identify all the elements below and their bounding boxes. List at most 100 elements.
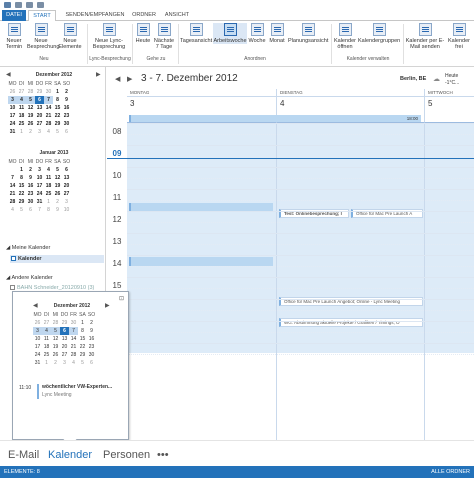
day-cell[interactable]: 23 [87, 343, 96, 351]
new-items-button[interactable]: Neue Elemente [56, 23, 84, 50]
day-cell[interactable]: 18 [44, 182, 53, 190]
nav-mail[interactable]: E-Mail [8, 449, 39, 461]
day-cell[interactable]: 14 [8, 182, 17, 190]
day-cell[interactable]: 5 [53, 166, 62, 174]
day-cell[interactable]: 9 [53, 206, 62, 214]
day-cell[interactable]: 3 [8, 96, 17, 104]
day-cell[interactable]: 11 [44, 174, 53, 182]
day-cell[interactable]: 5 [26, 96, 35, 104]
day-cell[interactable]: 27 [17, 88, 26, 96]
month-button[interactable]: Monat [267, 23, 287, 44]
day-cell[interactable]: 8 [44, 206, 53, 214]
checkbox-checked-icon[interactable] [11, 256, 16, 262]
day-cell[interactable]: 20 [62, 182, 71, 190]
day-cell[interactable]: 4 [44, 128, 53, 136]
day-cell[interactable]: 27 [60, 351, 69, 359]
day-cell[interactable]: 1 [44, 198, 53, 206]
checkbox-icon[interactable] [10, 285, 15, 291]
weather-location[interactable]: Berlin, BE [400, 76, 426, 82]
day-cell[interactable]: 3 [62, 198, 71, 206]
popup-next-arrow[interactable]: ▶ [105, 302, 110, 309]
day-cell[interactable]: 1 [17, 128, 26, 136]
day-cell[interactable]: 25 [17, 120, 26, 128]
dock-icon[interactable]: ⊡ [119, 295, 124, 302]
day-cell[interactable]: 26 [8, 88, 17, 96]
day-cell[interactable]: 27 [62, 190, 71, 198]
next-month-arrow[interactable]: ▶ [96, 71, 101, 78]
allday-event[interactable]: 18:00 [129, 115, 421, 122]
day-cell[interactable]: 4 [69, 359, 78, 367]
day-cell[interactable]: 21 [8, 190, 17, 198]
day-cell[interactable]: 24 [33, 351, 42, 359]
day-cell[interactable]: 5 [51, 327, 60, 335]
today-button[interactable]: Heute [134, 23, 152, 44]
open-calendar-button[interactable]: Kalender öffnen [333, 23, 357, 50]
next-week-arrow[interactable]: ▶ [127, 75, 132, 83]
day-cell[interactable]: 16 [87, 335, 96, 343]
day-cell[interactable]: 9 [26, 174, 35, 182]
tab-file[interactable]: DATEI [2, 10, 26, 21]
day-cell[interactable]: 1 [17, 166, 26, 174]
day-cell[interactable]: 26 [53, 190, 62, 198]
day-cell[interactable]: 30 [69, 319, 78, 327]
day-cell[interactable]: 6 [87, 359, 96, 367]
day-cell[interactable]: 4 [8, 206, 17, 214]
new-appointment-button[interactable]: Neuer Termin [3, 23, 25, 50]
popup-prev-arrow[interactable]: ◀ [33, 302, 38, 309]
undo-icon[interactable] [26, 2, 33, 8]
day-cell[interactable]: 3 [60, 359, 69, 367]
day-cell[interactable]: 16 [26, 182, 35, 190]
day-cell[interactable]: 9 [62, 96, 71, 104]
nav-more[interactable]: ••• [157, 449, 169, 461]
planning-view-button[interactable]: Planungsansicht [288, 23, 328, 44]
day-cell[interactable]: 27 [35, 120, 44, 128]
day-cell[interactable]: 20 [60, 343, 69, 351]
day-cell[interactable]: 11 [17, 104, 26, 112]
day-cell[interactable]: 25 [44, 190, 53, 198]
day-cell[interactable]: 7 [44, 96, 53, 104]
day-cell[interactable]: 27 [42, 319, 51, 327]
day-cell[interactable]: 16 [62, 104, 71, 112]
day-cell[interactable]: 20 [35, 112, 44, 120]
day-cell[interactable]: 15 [53, 104, 62, 112]
day-cell[interactable]: 2 [53, 198, 62, 206]
next-7-days-button[interactable]: Nächste 7 Tage [153, 23, 175, 50]
day-cell[interactable]: 29 [60, 319, 69, 327]
day-header-tuesday[interactable]: DIENSTAG [277, 89, 425, 97]
day-cell[interactable]: 17 [35, 182, 44, 190]
day-cell[interactable]: 8 [78, 327, 87, 335]
day-cell[interactable]: 5 [53, 128, 62, 136]
day-cell[interactable]: 29 [53, 120, 62, 128]
day-cell[interactable]: 8 [53, 96, 62, 104]
day-cell[interactable]: 28 [8, 198, 17, 206]
day-cell[interactable]: 15 [17, 182, 26, 190]
day-cell[interactable]: 7 [69, 327, 78, 335]
day-cell[interactable]: 15 [78, 335, 87, 343]
day-cell[interactable]: 17 [33, 343, 42, 351]
day-cell[interactable]: 6 [62, 128, 71, 136]
day-cell[interactable]: 12 [51, 335, 60, 343]
day-cell[interactable]: 6 [26, 206, 35, 214]
day-cell[interactable]: 2 [51, 359, 60, 367]
day-cell[interactable]: 10 [35, 174, 44, 182]
prev-month-arrow[interactable]: ◀ [6, 71, 11, 78]
new-meeting-button[interactable]: Neue Besprechung [27, 23, 59, 50]
other-calendars-header[interactable]: ◢ Andere Kalender [6, 275, 53, 281]
day-cell[interactable]: 19 [51, 343, 60, 351]
my-calendars-header[interactable]: ◢ Meine Kalender [6, 245, 50, 251]
day-cell[interactable]: 2 [26, 166, 35, 174]
day-cell[interactable]: 25 [42, 351, 51, 359]
day-cell[interactable]: 30 [26, 198, 35, 206]
send-calendar-email-button[interactable]: Kalender per E-Mail senden [405, 23, 445, 50]
day-cell[interactable]: 21 [44, 112, 53, 120]
day-cell[interactable]: 19 [53, 182, 62, 190]
day-cell[interactable]: 1 [78, 319, 87, 327]
day-header-monday[interactable]: MONTAG [127, 89, 277, 97]
day-cell[interactable]: 5 [78, 359, 87, 367]
day-cell[interactable]: 26 [26, 120, 35, 128]
day-cell[interactable]: 1 [53, 88, 62, 96]
day-cell[interactable]: 12 [53, 174, 62, 182]
day-cell[interactable]: 4 [17, 96, 26, 104]
day-cell[interactable]: 30 [62, 120, 71, 128]
nav-people[interactable]: Personen [103, 449, 150, 461]
